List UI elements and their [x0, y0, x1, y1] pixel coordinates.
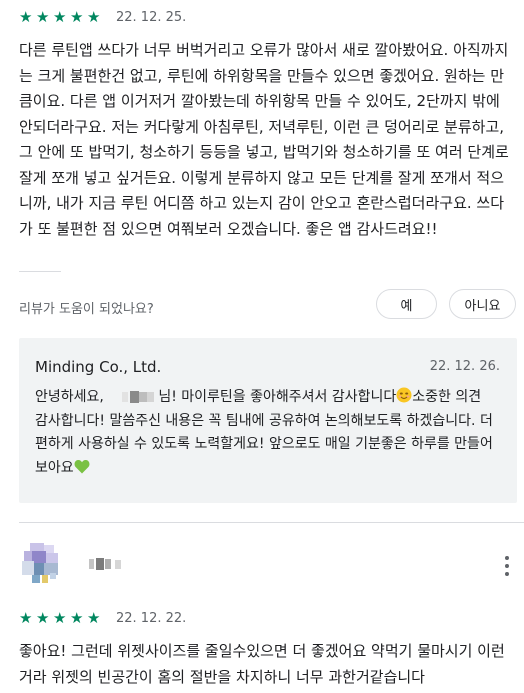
- more-vert-icon[interactable]: [498, 553, 516, 579]
- star-icon: ★: [87, 609, 101, 627]
- rating-stars: ★ ★ ★ ★ ★: [19, 611, 102, 626]
- review-date: 22. 12. 25.: [116, 10, 187, 25]
- reply-date: 22. 12. 26.: [429, 359, 500, 374]
- redacted-username-icon: [89, 558, 121, 570]
- star-icon: ★: [19, 609, 33, 627]
- star-icon: ★: [36, 8, 50, 26]
- divider: [19, 522, 524, 523]
- helpful-question: 리뷰가 도움이 되었나요?: [19, 302, 154, 317]
- star-icon: ★: [87, 8, 101, 26]
- helpful-yes-button[interactable]: 예: [376, 289, 437, 319]
- helpful-no-button[interactable]: 아니요: [449, 289, 516, 319]
- star-icon: ★: [19, 8, 33, 26]
- review-text: 다른 루틴앱 쓰다가 너무 버벅거리고 오류가 많아서 새로 깔아봤어요. 아직…: [19, 41, 509, 238]
- star-icon: ★: [70, 8, 84, 26]
- developer-name: Minding Co., Ltd.: [35, 358, 162, 376]
- redacted-username-icon: [122, 391, 155, 403]
- developer-reply: Minding Co., Ltd. 22. 12. 26. 안녕하세요, 님! …: [19, 338, 517, 503]
- divider: [19, 271, 61, 272]
- review-date: 22. 12. 22.: [116, 611, 187, 626]
- star-icon: ★: [53, 609, 67, 627]
- star-icon: ★: [70, 609, 84, 627]
- reply-greeting: 안녕하세요,: [35, 389, 104, 405]
- reply-body-1: 님! 마이루틴을 좋아해주셔서 감사합니다: [158, 389, 397, 405]
- avatar: [22, 543, 58, 583]
- star-icon: ★: [36, 609, 50, 627]
- reply-text: 안녕하세요, 님! 마이루틴을 좋아해주셔서 감사합니다 소중한 의견 감사합니…: [35, 386, 497, 480]
- rating-stars: ★ ★ ★ ★ ★: [19, 10, 102, 25]
- smile-emoji-icon: [396, 387, 412, 403]
- review-text: 좋아요! 그런데 위젯사이즈를 줄일수있으면 더 좋겠어요 약먹기 물마시기 이…: [19, 642, 505, 686]
- star-icon: ★: [53, 8, 67, 26]
- green-heart-emoji-icon: [74, 459, 90, 473]
